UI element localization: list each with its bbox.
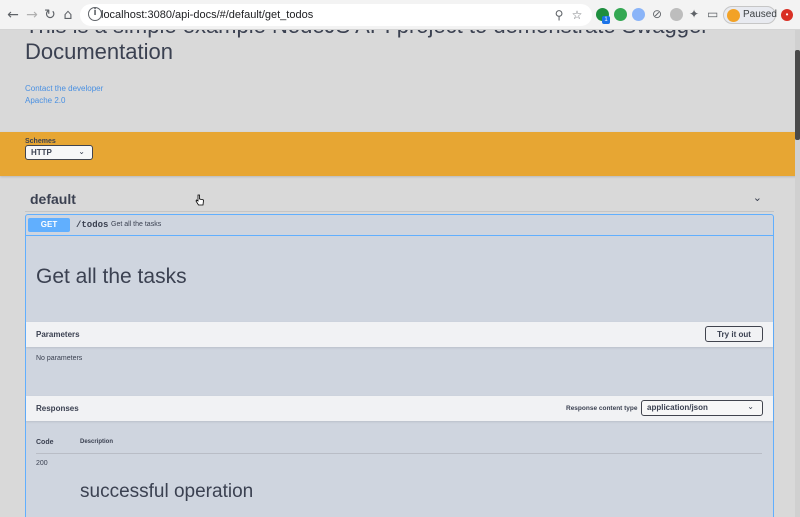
info-icon[interactable]: i <box>88 7 102 21</box>
chevron-down-icon[interactable]: ⌄ <box>753 191 762 204</box>
parameters-header: Parameters Try it out <box>26 322 773 347</box>
reload-icon[interactable]: ↻ <box>42 7 58 23</box>
no-parameters-text: No parameters <box>36 355 83 362</box>
response-content-type-value: application/json <box>647 403 708 412</box>
operation-path: /todos <box>76 220 109 230</box>
url-text[interactable]: localhost:3080/api-docs/#/default/get_to… <box>101 9 313 21</box>
extension-grammar-icon[interactable] <box>614 8 627 21</box>
operation-get-todos: GET /todos Get all the tasks Get all the… <box>25 214 774 517</box>
avatar <box>727 9 740 22</box>
responses-title: Responses <box>36 404 79 413</box>
page-scrollbar[interactable] <box>795 30 800 517</box>
tag-name: default <box>30 191 76 207</box>
chevron-down-icon: ⌄ <box>747 402 754 411</box>
cast-icon[interactable]: ▭ <box>707 6 718 22</box>
swagger-page: This is a simple example NodeJS API proj… <box>0 30 800 517</box>
extension-gray-icon[interactable] <box>670 8 683 21</box>
response-code: 200 <box>36 460 48 467</box>
schemes-bar: Schemes HTTP ⌄ <box>0 132 800 176</box>
mouse-cursor-icon <box>195 194 204 206</box>
response-description: successful operation <box>80 481 254 502</box>
tag-header-default[interactable]: default ⌄ <box>25 183 774 212</box>
page-title: This is a simple example NodeJS API proj… <box>25 30 709 64</box>
responses-header: Responses Response content type applicat… <box>26 396 773 421</box>
table-divider <box>36 453 762 454</box>
extension-block-icon[interactable]: ⊘ <box>652 6 662 22</box>
profile-label: Paused <box>743 9 777 20</box>
chevron-down-icon: ⌄ <box>78 147 85 156</box>
method-badge: GET <box>28 218 70 232</box>
contact-link[interactable]: Contact the developer <box>25 84 103 93</box>
profile-button[interactable]: Paused <box>723 6 777 24</box>
response-content-type-label: Response content type <box>566 405 638 412</box>
home-icon[interactable]: ⌂ <box>60 7 76 23</box>
zoom-icon[interactable]: ⚲ <box>551 7 567 23</box>
schemes-select[interactable]: HTTP ⌄ <box>25 145 93 160</box>
license-link[interactable]: Apache 2.0 <box>25 96 65 105</box>
schemes-label: Schemes <box>25 138 56 145</box>
schemes-value: HTTP <box>31 148 52 157</box>
extension-shield-icon[interactable] <box>632 8 645 21</box>
operation-summary-text: Get all the tasks <box>111 221 162 228</box>
browser-toolbar: ← → ↻ ⌂ i localhost:3080/api-docs/#/defa… <box>0 0 800 30</box>
extension-badge: 1 <box>602 16 610 24</box>
column-header-description: Description <box>80 439 114 445</box>
scrollbar-thumb[interactable] <box>795 50 800 140</box>
bookmark-star-icon[interactable]: ☆ <box>569 7 585 23</box>
response-content-type-select[interactable]: application/json ⌄ <box>641 400 763 416</box>
operation-summary[interactable]: GET /todos Get all the tasks <box>26 215 773 236</box>
address-bar[interactable]: i localhost:3080/api-docs/#/default/get_… <box>80 4 592 26</box>
try-it-out-button[interactable]: Try it out <box>705 326 763 342</box>
extensions-icon[interactable]: ✦ <box>689 6 699 22</box>
column-header-code: Code <box>36 439 54 446</box>
operation-description: Get all the tasks <box>36 265 187 288</box>
back-icon[interactable]: ← <box>5 7 21 23</box>
menu-icon[interactable]: • <box>781 9 793 21</box>
forward-icon[interactable]: → <box>24 7 40 23</box>
parameters-title: Parameters <box>36 330 80 339</box>
